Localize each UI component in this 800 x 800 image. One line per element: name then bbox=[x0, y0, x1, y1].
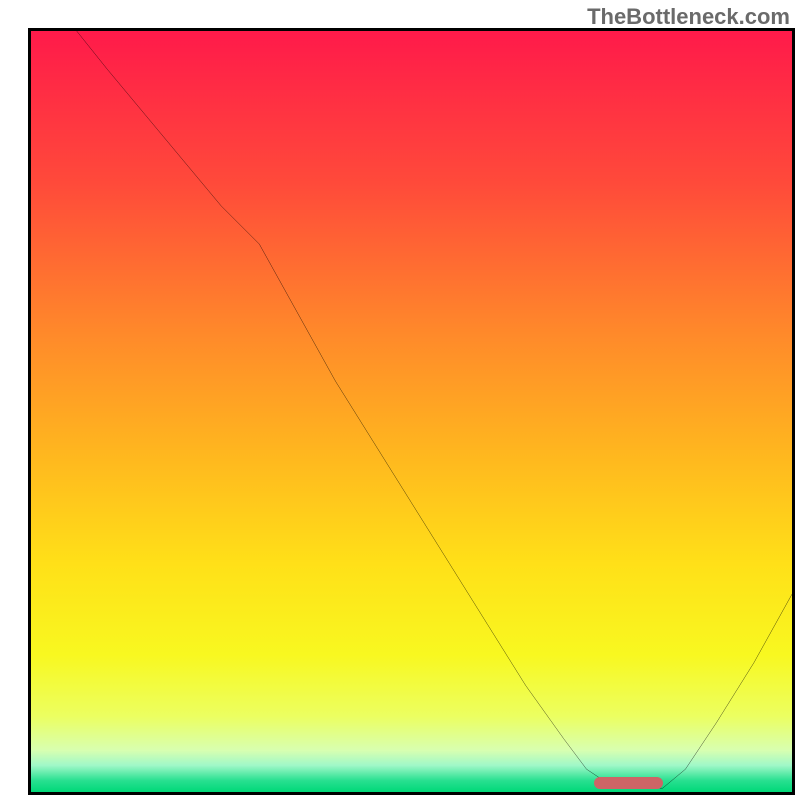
chart-frame-right bbox=[792, 28, 795, 795]
chart-plot-area bbox=[31, 31, 792, 792]
chart-frame-bottom bbox=[28, 792, 795, 795]
watermark-text: TheBottleneck.com bbox=[587, 4, 790, 30]
bottleneck-curve bbox=[31, 31, 792, 792]
optimal-range-marker bbox=[594, 777, 662, 789]
